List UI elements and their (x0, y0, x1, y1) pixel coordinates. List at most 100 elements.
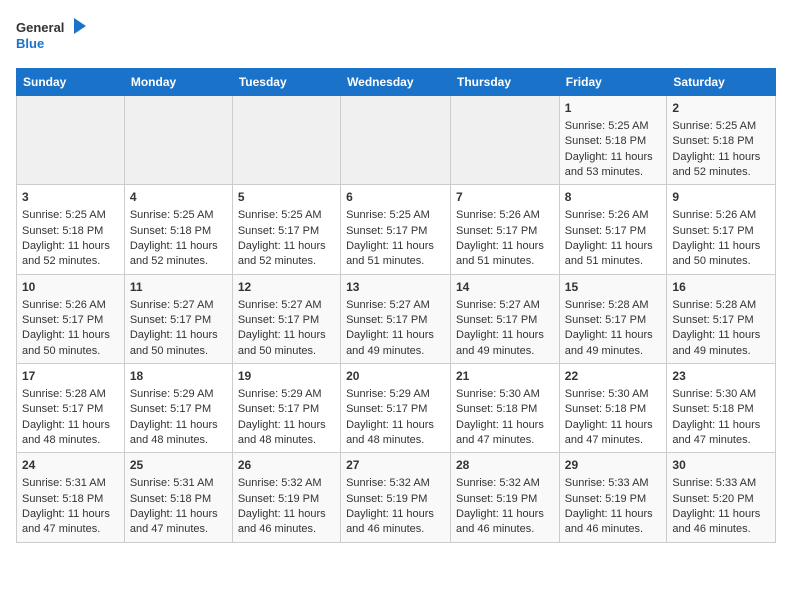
sunrise-text: Sunrise: 5:27 AM (130, 299, 214, 311)
day-number: 29 (565, 457, 662, 474)
sunset-text: Sunset: 5:17 PM (672, 225, 753, 237)
daylight-text: Daylight: 11 hours and 51 minutes. (456, 240, 544, 267)
calendar-header-row: SundayMondayTuesdayWednesdayThursdayFrid… (17, 69, 776, 96)
day-number: 8 (565, 189, 662, 206)
calendar-cell: 26 Sunrise: 5:32 AM Sunset: 5:19 PM Dayl… (232, 453, 340, 542)
sunrise-text: Sunrise: 5:31 AM (130, 477, 214, 489)
daylight-text: Daylight: 11 hours and 51 minutes. (346, 240, 434, 267)
sunset-text: Sunset: 5:19 PM (238, 493, 319, 505)
sunrise-text: Sunrise: 5:31 AM (22, 477, 106, 489)
day-number: 16 (672, 279, 770, 296)
sunrise-text: Sunrise: 5:26 AM (22, 299, 106, 311)
sunset-text: Sunset: 5:18 PM (22, 493, 103, 505)
calendar-cell: 23 Sunrise: 5:30 AM Sunset: 5:18 PM Dayl… (667, 364, 776, 453)
daylight-text: Daylight: 11 hours and 47 minutes. (672, 419, 760, 446)
calendar-cell: 17 Sunrise: 5:28 AM Sunset: 5:17 PM Dayl… (17, 364, 125, 453)
sunrise-text: Sunrise: 5:32 AM (456, 477, 540, 489)
day-number: 27 (346, 457, 445, 474)
day-number: 2 (672, 100, 770, 117)
page-header: General Blue (16, 16, 776, 56)
daylight-text: Daylight: 11 hours and 46 minutes. (672, 508, 760, 535)
sunrise-text: Sunrise: 5:25 AM (565, 120, 649, 132)
daylight-text: Daylight: 11 hours and 49 minutes. (456, 329, 544, 356)
day-number: 11 (130, 279, 227, 296)
day-number: 25 (130, 457, 227, 474)
day-number: 26 (238, 457, 335, 474)
sunrise-text: Sunrise: 5:25 AM (22, 209, 106, 221)
daylight-text: Daylight: 11 hours and 50 minutes. (672, 240, 760, 267)
sunset-text: Sunset: 5:18 PM (456, 403, 537, 415)
day-number: 6 (346, 189, 445, 206)
calendar-cell: 5 Sunrise: 5:25 AM Sunset: 5:17 PM Dayli… (232, 185, 340, 274)
sunrise-text: Sunrise: 5:27 AM (346, 299, 430, 311)
daylight-text: Daylight: 11 hours and 53 minutes. (565, 151, 653, 178)
daylight-text: Daylight: 11 hours and 50 minutes. (22, 329, 110, 356)
sunrise-text: Sunrise: 5:26 AM (456, 209, 540, 221)
day-number: 13 (346, 279, 445, 296)
day-number: 19 (238, 368, 335, 385)
sunrise-text: Sunrise: 5:25 AM (672, 120, 756, 132)
sunset-text: Sunset: 5:17 PM (346, 403, 427, 415)
sunrise-text: Sunrise: 5:29 AM (238, 388, 322, 400)
daylight-text: Daylight: 11 hours and 52 minutes. (22, 240, 110, 267)
daylight-text: Daylight: 11 hours and 49 minutes. (565, 329, 653, 356)
sunrise-text: Sunrise: 5:25 AM (238, 209, 322, 221)
daylight-text: Daylight: 11 hours and 46 minutes. (238, 508, 326, 535)
day-number: 5 (238, 189, 335, 206)
day-number: 23 (672, 368, 770, 385)
sunset-text: Sunset: 5:17 PM (346, 314, 427, 326)
logo-icon: General Blue (16, 16, 86, 56)
sunrise-text: Sunrise: 5:25 AM (346, 209, 430, 221)
sunset-text: Sunset: 5:17 PM (22, 314, 103, 326)
calendar-week-row: 1 Sunrise: 5:25 AM Sunset: 5:18 PM Dayli… (17, 96, 776, 185)
calendar-cell: 14 Sunrise: 5:27 AM Sunset: 5:17 PM Dayl… (451, 274, 560, 363)
sunrise-text: Sunrise: 5:33 AM (565, 477, 649, 489)
daylight-text: Daylight: 11 hours and 52 minutes. (672, 151, 760, 178)
sunrise-text: Sunrise: 5:33 AM (672, 477, 756, 489)
calendar-cell (124, 96, 232, 185)
sunrise-text: Sunrise: 5:26 AM (672, 209, 756, 221)
calendar-cell: 18 Sunrise: 5:29 AM Sunset: 5:17 PM Dayl… (124, 364, 232, 453)
weekday-header: Monday (124, 69, 232, 96)
day-number: 9 (672, 189, 770, 206)
sunrise-text: Sunrise: 5:29 AM (346, 388, 430, 400)
calendar-cell: 6 Sunrise: 5:25 AM Sunset: 5:17 PM Dayli… (341, 185, 451, 274)
sunrise-text: Sunrise: 5:30 AM (456, 388, 540, 400)
calendar-week-row: 24 Sunrise: 5:31 AM Sunset: 5:18 PM Dayl… (17, 453, 776, 542)
calendar-cell: 25 Sunrise: 5:31 AM Sunset: 5:18 PM Dayl… (124, 453, 232, 542)
calendar-cell: 13 Sunrise: 5:27 AM Sunset: 5:17 PM Dayl… (341, 274, 451, 363)
calendar-cell: 12 Sunrise: 5:27 AM Sunset: 5:17 PM Dayl… (232, 274, 340, 363)
daylight-text: Daylight: 11 hours and 47 minutes. (456, 419, 544, 446)
daylight-text: Daylight: 11 hours and 52 minutes. (130, 240, 218, 267)
day-number: 24 (22, 457, 119, 474)
daylight-text: Daylight: 11 hours and 49 minutes. (672, 329, 760, 356)
sunset-text: Sunset: 5:17 PM (565, 225, 646, 237)
calendar-cell (17, 96, 125, 185)
day-number: 10 (22, 279, 119, 296)
day-number: 21 (456, 368, 554, 385)
sunset-text: Sunset: 5:19 PM (456, 493, 537, 505)
sunrise-text: Sunrise: 5:26 AM (565, 209, 649, 221)
weekday-header: Saturday (667, 69, 776, 96)
svg-text:Blue: Blue (16, 36, 44, 51)
weekday-header: Sunday (17, 69, 125, 96)
day-number: 30 (672, 457, 770, 474)
daylight-text: Daylight: 11 hours and 48 minutes. (22, 419, 110, 446)
calendar-cell: 9 Sunrise: 5:26 AM Sunset: 5:17 PM Dayli… (667, 185, 776, 274)
daylight-text: Daylight: 11 hours and 46 minutes. (565, 508, 653, 535)
calendar-cell: 22 Sunrise: 5:30 AM Sunset: 5:18 PM Dayl… (559, 364, 667, 453)
calendar-cell: 15 Sunrise: 5:28 AM Sunset: 5:17 PM Dayl… (559, 274, 667, 363)
daylight-text: Daylight: 11 hours and 47 minutes. (130, 508, 218, 535)
calendar-cell: 10 Sunrise: 5:26 AM Sunset: 5:17 PM Dayl… (17, 274, 125, 363)
sunset-text: Sunset: 5:17 PM (238, 225, 319, 237)
calendar-cell: 24 Sunrise: 5:31 AM Sunset: 5:18 PM Dayl… (17, 453, 125, 542)
calendar-cell: 1 Sunrise: 5:25 AM Sunset: 5:18 PM Dayli… (559, 96, 667, 185)
sunrise-text: Sunrise: 5:28 AM (565, 299, 649, 311)
sunrise-text: Sunrise: 5:25 AM (130, 209, 214, 221)
daylight-text: Daylight: 11 hours and 47 minutes. (22, 508, 110, 535)
calendar-cell: 2 Sunrise: 5:25 AM Sunset: 5:18 PM Dayli… (667, 96, 776, 185)
weekday-header: Thursday (451, 69, 560, 96)
day-number: 28 (456, 457, 554, 474)
calendar-week-row: 10 Sunrise: 5:26 AM Sunset: 5:17 PM Dayl… (17, 274, 776, 363)
day-number: 14 (456, 279, 554, 296)
